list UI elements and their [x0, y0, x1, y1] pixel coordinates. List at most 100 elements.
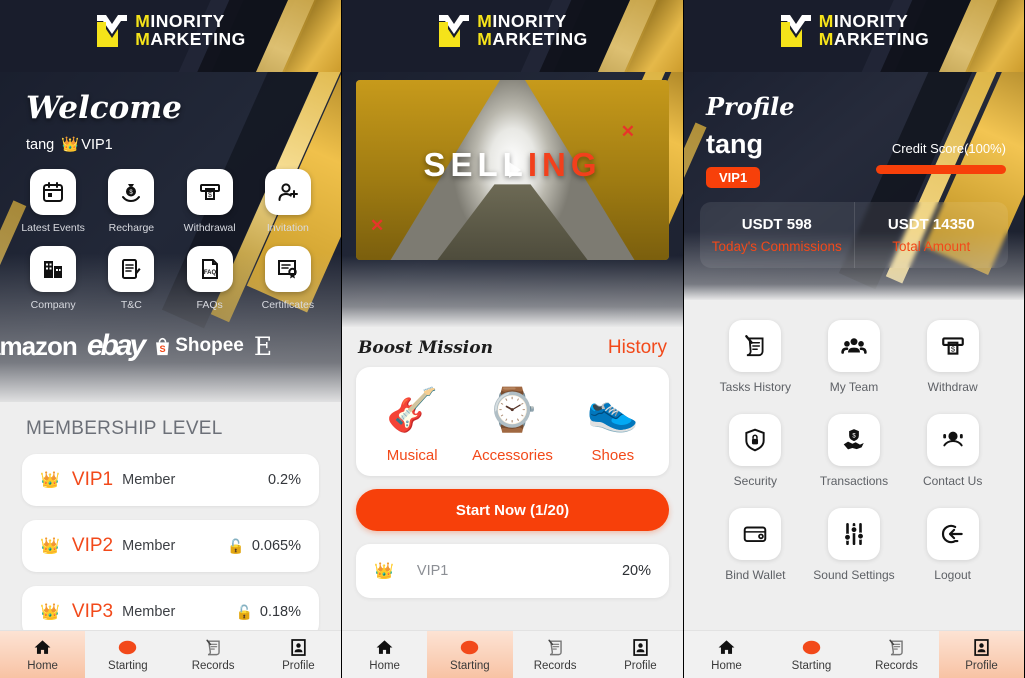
credit-score-bar [876, 165, 1006, 174]
nav-item-home[interactable]: Home [684, 631, 769, 678]
menu-item-contact-us[interactable]: Contact Us [903, 414, 1002, 488]
starting-banner-area: ✕ ✕ SELLING [342, 72, 683, 327]
nav-item-starting[interactable]: Starting [427, 631, 513, 678]
menu-item-withdraw[interactable]: $ Withdraw [903, 320, 1002, 394]
level-name: VIP3 [71, 601, 114, 622]
menu-label: Sound Settings [813, 568, 895, 582]
nav-label: Starting [108, 659, 148, 672]
shortcut-invitation[interactable]: Invitation [249, 169, 327, 234]
level-member-label: Member [122, 538, 176, 554]
menu-item-logout[interactable]: Logout [903, 508, 1002, 582]
home-hero: Welcome tang 👑 VIP1 Latest Events $ Rech… [0, 72, 341, 402]
nav-item-records[interactable]: Records [854, 631, 939, 678]
level-member-label: Member [122, 604, 176, 620]
crown-icon: 👑 [374, 563, 394, 580]
home-icon [33, 638, 52, 658]
stat-label: Total Amount [892, 239, 971, 254]
nav-label: Records [533, 659, 577, 672]
app-header: MINORITY MARKETING [342, 0, 683, 72]
membership-row-vip1[interactable]: 👑 VIP1 Member 0.2% [22, 454, 319, 506]
app-logo: MINORITY MARKETING [684, 12, 1024, 49]
vip-progress-percent: 20% [621, 563, 651, 579]
nav-label: Profile [282, 659, 315, 672]
nav-label: Home [369, 659, 400, 672]
shortcut-company[interactable]: Company [14, 246, 92, 311]
menu-item-security[interactable]: Security [706, 414, 805, 488]
partner-logo-strip: amazon ebay S Shopee E [0, 321, 341, 371]
start-now-button[interactable]: Start Now (1/20) [356, 489, 669, 531]
nav-item-profile[interactable]: Profile [598, 631, 683, 678]
nav-item-profile[interactable]: Profile [256, 631, 341, 678]
membership-section: MEMBERSHIP LEVEL 👑 VIP1 Member 0.2% 👑 VI… [0, 402, 341, 638]
banner-headline-red: ING [527, 145, 602, 183]
vip-progress-row[interactable]: 👑 VIP1 20% [356, 544, 669, 598]
menu-label: Transactions [819, 474, 889, 488]
banner-x-mark-left: ✕ [370, 216, 385, 235]
app-header: MINORITY MARKETING [0, 0, 341, 72]
promo-banner[interactable]: ✕ ✕ SELLING [356, 80, 669, 260]
nav-item-home[interactable]: Home [0, 631, 86, 678]
crown-icon: 👑 [40, 604, 60, 621]
people-group-icon [841, 338, 867, 354]
nav-label: Home [27, 659, 58, 672]
nav-item-home[interactable]: Home [342, 631, 427, 678]
nav-item-records[interactable]: Records [513, 631, 598, 678]
shortcut-faqs[interactable]: FAQ FAQs [171, 246, 249, 311]
stat-total-amount: USDT 14350 Total Amount [853, 202, 1009, 268]
shopee-bag-icon: S [156, 337, 170, 356]
boost-mission-title: Boost Mission [358, 338, 493, 358]
menu-item-sound-settings[interactable]: Sound Settings [805, 508, 904, 582]
profile-username: tang [706, 129, 763, 159]
nav-label: Records [191, 659, 235, 672]
nav-label: Starting [450, 659, 490, 672]
home-icon [375, 638, 394, 658]
category-musical[interactable]: 🎸 Musical [362, 379, 462, 465]
faq-document-icon: FAQ [201, 259, 218, 279]
svg-text:$: $ [208, 192, 212, 199]
atm-cash-icon: $ [199, 184, 220, 200]
shortcut-withdrawal[interactable]: $ Withdrawal [171, 169, 249, 234]
start-circle-icon [460, 638, 479, 658]
menu-item-bind-wallet[interactable]: Bind Wallet [706, 508, 805, 582]
crown-icon: 👑 [61, 137, 80, 153]
nav-item-records[interactable]: Records [171, 631, 256, 678]
menu-item-tasks-history[interactable]: Tasks History [706, 320, 805, 394]
category-label: Accessories [472, 447, 553, 464]
bottom-navigation: Home Starting Records Profile [342, 630, 683, 678]
menu-item-my-team[interactable]: My Team [805, 320, 904, 394]
level-rate: 0.2% [267, 472, 301, 488]
menu-label: Tasks History [719, 380, 791, 394]
shortcut-certificates[interactable]: Certificates [249, 246, 327, 311]
menu-label: Security [733, 474, 777, 488]
shortcut-label: T&C [120, 299, 142, 311]
play-button-icon[interactable] [508, 162, 521, 178]
nav-item-profile[interactable]: Profile [939, 631, 1024, 678]
start-circle-icon [118, 638, 137, 658]
history-link[interactable]: History [608, 337, 667, 359]
membership-row-vip2[interactable]: 👑 VIP2 Member 🔓 0.065% [22, 520, 319, 572]
lock-icon: 🔓 [235, 603, 253, 620]
logout-arrow-icon [941, 524, 963, 544]
credit-score-block: Credit Score(100%) [876, 129, 1006, 174]
menu-label: Contact Us [922, 474, 983, 488]
logo-line-2: MARKETING [477, 29, 588, 49]
bottom-navigation: Home Starting Records Profile [0, 630, 341, 678]
category-accessories[interactable]: ⌚ Accessories [462, 379, 562, 465]
app-logo: MINORITY MARKETING [0, 12, 341, 49]
user-line: tang 👑 VIP1 [0, 126, 341, 154]
shortcut-tc[interactable]: T&C [92, 246, 170, 311]
minority-m-mark-icon [439, 15, 470, 47]
category-card: 🎸 Musical ⌚ Accessories 👟 Shoes [356, 367, 669, 476]
money-bag-hand-icon: $ [122, 184, 141, 203]
profile-hero: Profile tang VIP1 Credit Score(100%) USD… [684, 72, 1024, 300]
nav-item-starting[interactable]: Starting [769, 631, 854, 678]
vip-progress-label: VIP1 [416, 563, 449, 579]
watch-icon: ⌚ [486, 385, 539, 433]
menu-item-transactions[interactable]: $ Transactions [805, 414, 904, 488]
shortcut-latest-events[interactable]: Latest Events [14, 169, 92, 234]
shortcut-recharge[interactable]: $ Recharge [92, 169, 170, 234]
certificate-icon [277, 260, 297, 279]
category-shoes[interactable]: 👟 Shoes [563, 379, 663, 465]
nav-label: Profile [965, 659, 998, 672]
nav-item-starting[interactable]: Starting [85, 631, 170, 678]
